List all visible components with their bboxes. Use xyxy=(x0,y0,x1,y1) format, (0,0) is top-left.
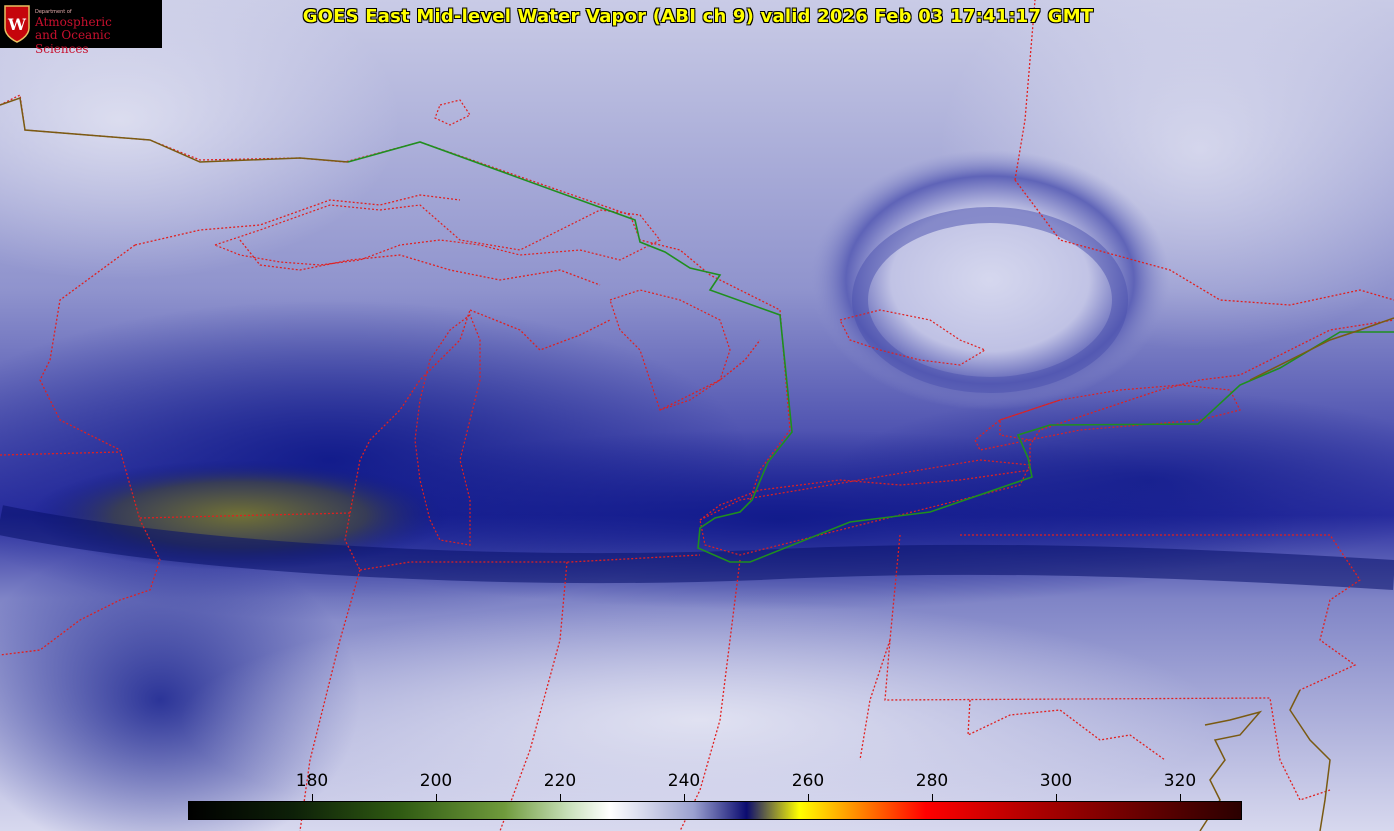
colorbar-tick-mark xyxy=(560,794,561,801)
colorbar-tick-mark xyxy=(1056,794,1057,801)
colorbar-tick-mark xyxy=(684,794,685,801)
crest-letter: W xyxy=(7,15,27,34)
logo-name-line2: and Oceanic Sciences xyxy=(35,28,111,56)
colorbar-tick-label: 200 xyxy=(419,771,453,791)
colorbar-tick-mark xyxy=(808,794,809,801)
colorbar-tick-label: 320 xyxy=(1163,771,1197,791)
colorbar-tick-mark xyxy=(1180,794,1181,801)
colorbar-tick-label: 300 xyxy=(1039,771,1073,791)
colorbar-tick-mark xyxy=(932,794,933,801)
colorbar-tick-label: 280 xyxy=(915,771,949,791)
uw-aos-logo: W Department of Atmospheric and Oceanic … xyxy=(0,0,162,56)
map-title: GOES East Mid-level Water Vapor (ABI ch … xyxy=(302,6,1094,27)
colorbar-tick-label: 220 xyxy=(543,771,577,791)
colorbar-tick-label: 240 xyxy=(667,771,701,791)
colorbar-tick-mark xyxy=(436,794,437,801)
moist-region-south xyxy=(180,600,1220,831)
colorbar-tick-mark xyxy=(312,794,313,801)
colorbar xyxy=(188,801,1242,820)
colorbar-tick-label: 180 xyxy=(295,771,329,791)
colorbar-tick-label: 260 xyxy=(791,771,825,791)
logo-name-line1: Atmospheric xyxy=(35,15,112,29)
water-vapor-map xyxy=(0,0,1394,831)
uw-crest-icon: W xyxy=(4,5,30,43)
